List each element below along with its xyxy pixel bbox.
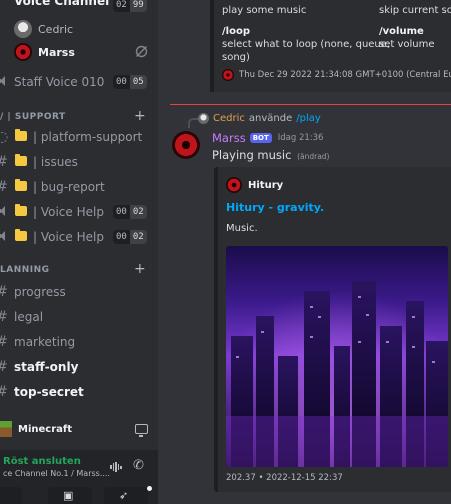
command-play: play some music [222, 5, 307, 16]
hashtag-icon: # [0, 154, 8, 170]
activity-rocket-button[interactable]: ➶ [104, 487, 148, 504]
embed-author: Hitury [226, 177, 283, 193]
voice-waveform-icon[interactable] [110, 462, 122, 472]
message-timestamp: Idag 21:36 [277, 133, 324, 143]
user-limit-badge: 00 02 [113, 230, 147, 244]
category-support[interactable]: / | SUPPORT + [0, 108, 158, 125]
hashtag-icon: # [0, 284, 8, 300]
screen-share-icon: ▣ [63, 489, 74, 502]
folder-icon [15, 154, 27, 166]
folder-icon [15, 204, 27, 216]
voice-channel-name: Voice Channel ... [14, 0, 128, 8]
command-loop: /loop select what to loop (none, queue, … [222, 26, 391, 63]
disconnect-icon[interactable]: ✆ [133, 458, 144, 473]
avatar [222, 69, 234, 81]
voice-action-bar: ▣ ➶ [0, 486, 158, 504]
hashtag-icon: # [0, 179, 8, 195]
speaker-icon [0, 206, 7, 216]
screen-share-icon[interactable] [135, 424, 148, 437]
minecraft-icon [0, 421, 12, 437]
message-author-avatar[interactable] [172, 131, 200, 159]
camera-button[interactable] [0, 487, 22, 504]
edited-label: (ändrad) [297, 152, 330, 161]
voice-channel-user-limit: 02 99 [113, 0, 147, 12]
embed-thumbnail-image[interactable] [226, 246, 448, 467]
embed-footer: 202.37 • 2022-12-15 22:37 [226, 473, 343, 483]
message-content: Playing music (ändrad) [212, 148, 330, 162]
voice-user-cedric[interactable]: Cedric [14, 19, 73, 39]
voice-connection-panel: Röst ansluten ce Channel No.1 / Marss...… [0, 450, 158, 486]
add-channel-icon[interactable]: + [134, 261, 146, 277]
forum-icon: ◌ [0, 129, 9, 145]
status-dot [147, 486, 152, 491]
user-limit-badge: 00 05 [113, 75, 147, 89]
channel-marketing[interactable]: # marketing [0, 331, 158, 353]
voice-connected-status[interactable]: Röst ansluten [3, 456, 81, 467]
avatar [14, 20, 32, 38]
hashtag-icon: # [0, 384, 8, 400]
folder-icon [15, 129, 27, 141]
rocket-icon: ➶ [119, 489, 129, 502]
channel-staff-only[interactable]: # staff-only [0, 356, 158, 378]
voice-channel-header[interactable]: Voice Channel ... 02 99 [0, 0, 158, 16]
channel-platform-support[interactable]: ◌ | platform-support [0, 126, 158, 148]
category-planning[interactable]: LANNING + [0, 261, 158, 278]
voice-channel-subtitle[interactable]: ce Channel No.1 / Marss.... [3, 469, 110, 478]
channel-staff-voice[interactable]: Staff Voice 010 00 05 [0, 71, 158, 93]
embed-description: Music. [226, 223, 258, 234]
folder-icon [15, 229, 27, 241]
message-author[interactable]: Marss [212, 131, 246, 145]
channel-voice-help-1[interactable]: | Voice Help 00 02 [0, 201, 158, 223]
avatar [14, 43, 32, 61]
speaker-icon [0, 231, 7, 241]
embed-title-link[interactable]: Hitury - gravity. [226, 201, 324, 214]
reply-reference[interactable]: Cedric använde /play [198, 113, 321, 124]
add-channel-icon[interactable]: + [134, 108, 146, 124]
message-header: Marss BOT Idag 21:36 [212, 131, 323, 145]
hashtag-icon: # [0, 309, 8, 325]
bot-tag: BOT [249, 133, 272, 143]
avatar [198, 113, 209, 124]
command-skip: skip current song [379, 5, 451, 16]
muted-icon [135, 45, 148, 58]
channel-progress[interactable]: # progress [0, 281, 158, 303]
channel-sidebar: Voice Channel ... 02 99 Cedric Marss Sta… [0, 0, 158, 504]
music-embed: Hitury Hitury - gravity. Music. 202.37 •… [214, 167, 451, 492]
help-embed: play some music skip current song /loop … [210, 0, 451, 92]
speaker-icon [0, 76, 7, 86]
chat-area: play some music skip current song /loop … [158, 0, 451, 504]
activity-minecraft[interactable]: Minecraft [0, 418, 158, 444]
channel-legal[interactable]: # legal [0, 306, 158, 328]
embed-footer: Thu Dec 29 2022 21:34:08 GMT+0100 (Centr… [222, 69, 451, 81]
hashtag-icon: # [0, 359, 8, 375]
new-messages-divider [170, 104, 451, 105]
avatar [226, 177, 242, 193]
channel-voice-help-2[interactable]: | Voice Help 00 02 [0, 226, 158, 248]
folder-icon [15, 179, 27, 191]
channel-bug-report[interactable]: # | bug-report [0, 176, 158, 198]
screen-share-button[interactable]: ▣ [48, 487, 92, 504]
voice-user-marss[interactable]: Marss [14, 42, 75, 62]
hashtag-icon: # [0, 334, 8, 350]
channel-top-secret[interactable]: # top-secret [0, 381, 158, 403]
command-volume: /volume set volume [379, 26, 435, 50]
user-limit-badge: 00 02 [113, 205, 147, 219]
channel-issues[interactable]: # | issues [0, 151, 158, 173]
city-skyline-image [226, 246, 448, 467]
